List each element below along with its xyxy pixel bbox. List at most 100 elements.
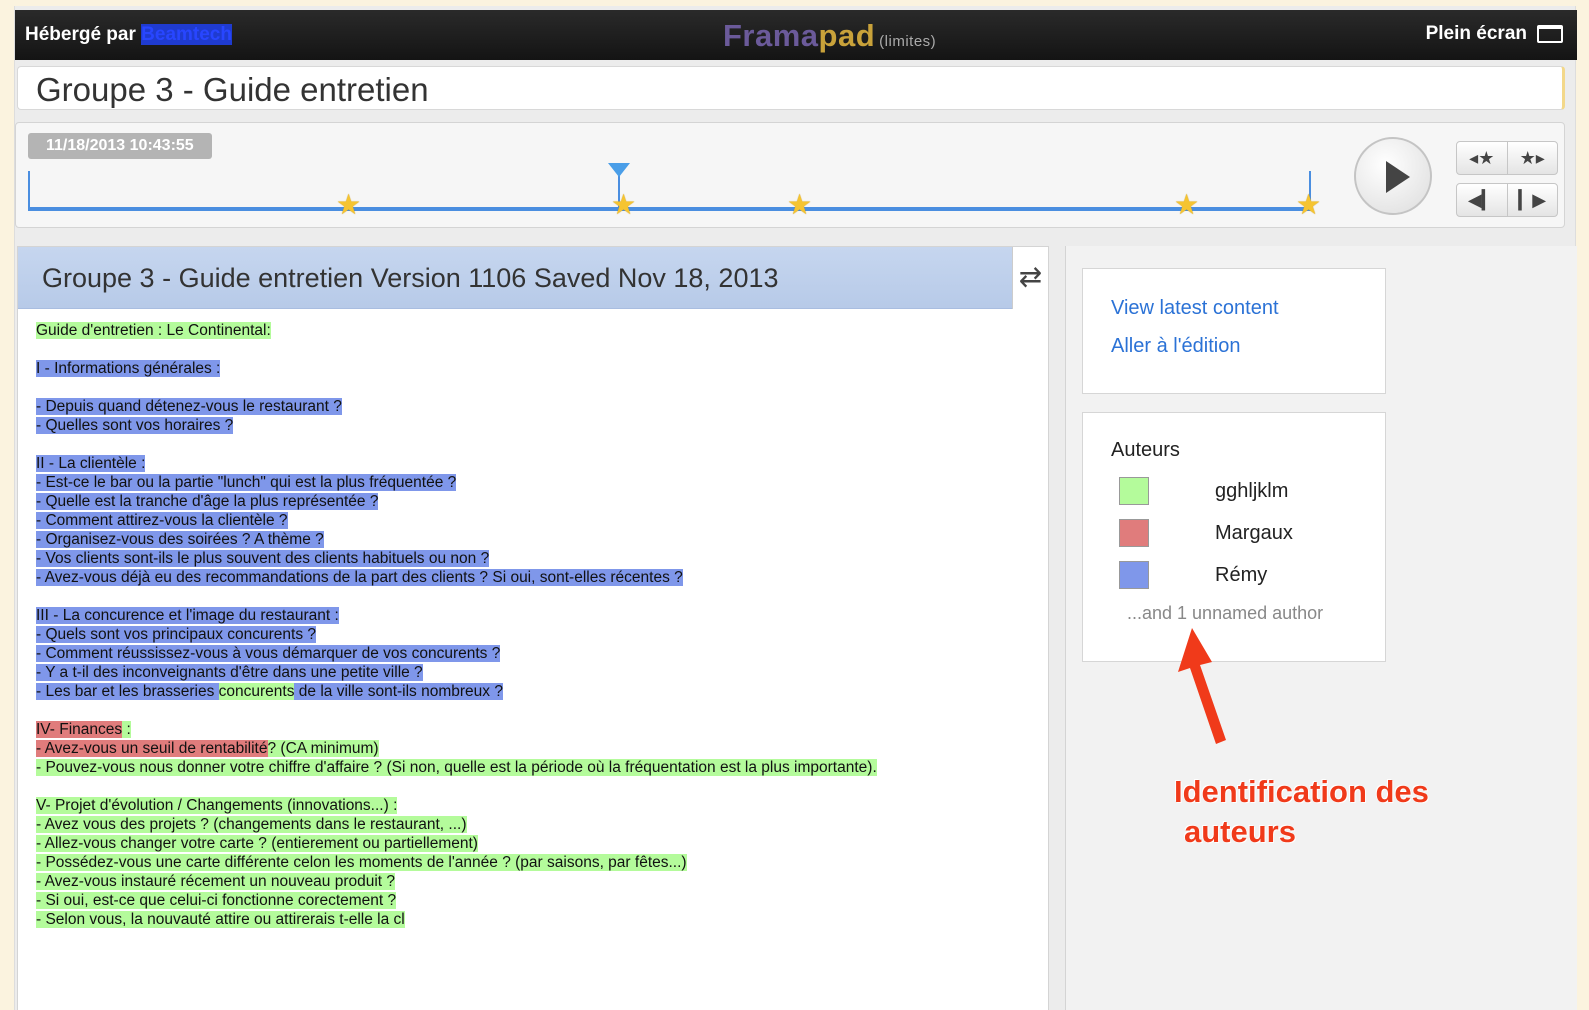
step-forward-button[interactable]: ▎▶ — [1506, 184, 1558, 216]
document-line: - Avez vous des projets ? (changements d… — [36, 815, 877, 834]
author-name: Margaux — [1215, 522, 1293, 544]
document-line: V- Projet d'évolution / Changements (inn… — [36, 796, 877, 815]
arrow-icon — [1178, 628, 1226, 744]
star-icon[interactable]: ★ — [336, 191, 361, 219]
text-segment: : — [122, 721, 131, 738]
text-segment: - Quelle est la tranche d'âge la plus re… — [36, 493, 379, 510]
author-row: gghljklm — [1119, 477, 1369, 507]
text-segment: ? (CA minimum) — [267, 740, 379, 757]
text-segment: - Organisez-vous des soirées ? A thème ? — [36, 531, 324, 548]
text-segment: - Avez vous des projets ? (changements d… — [36, 816, 467, 833]
text-segment: - Comment réussissez-vous à vous démarqu… — [36, 645, 501, 662]
step-back-button[interactable]: ◀▎ — [1457, 184, 1507, 216]
framapad-logo: Framapad (limites) — [723, 18, 936, 54]
text-segment: - Quels sont vos principaux concurents ? — [36, 626, 316, 643]
step-navigation: ◀▎ ▎▶ — [1456, 183, 1558, 217]
pad-title: Groupe 3 - Guide entretien — [36, 71, 429, 108]
document-line: - Les bar et les brasseries concurents d… — [36, 682, 877, 701]
text-segment: - Allez-vous changer votre carte ? (enti… — [36, 835, 478, 852]
text-segment: IV- Finances — [36, 721, 123, 738]
document-line: III - La concurence et l'image du restau… — [36, 606, 877, 625]
text-segment: - Si oui, est-ce que celui-ci fonctionne… — [36, 892, 397, 909]
author-name: gghljklm — [1215, 480, 1289, 502]
text-segment: - Avez-vous instauré récement un nouveau… — [36, 873, 396, 890]
timeslider: 11/18/2013 10:43:55 ★ ★ ★ ★ ★ ◂★ ★▸ ◀▎ ▎… — [15, 122, 1565, 228]
brand-suffix: (limites) — [879, 33, 937, 50]
text-segment: de la ville sont-ils nombreux ? — [294, 683, 503, 700]
text-segment: - Comment attirez-vous la clientèle ? — [36, 512, 288, 529]
text-segment: - Y a t-il des inconveignants d'être dan… — [36, 664, 423, 681]
revision-header: Groupe 3 - Guide entretien Version 1106 … — [18, 247, 1048, 309]
text-segment: - Avez-vous un seuil de rentabilité — [36, 740, 268, 757]
text-segment: - Est-ce le bar ou la partie "lunch" qui… — [36, 474, 457, 491]
text-segment: - Pouvez-vous nous donner votre chiffre … — [36, 759, 877, 776]
pad-title-bar: Groupe 3 - Guide entretien — [17, 66, 1565, 110]
timeslider-timestamp: 11/18/2013 10:43:55 — [28, 133, 212, 159]
timeslider-track[interactable] — [28, 207, 1311, 211]
go-edit-link[interactable]: Aller à l'édition — [1111, 335, 1240, 358]
top-bar: Hébergé par Beamtech Framapad (limites) P… — [15, 10, 1577, 60]
revision-title: Groupe 3 - Guide entretien Version 1106 … — [42, 263, 779, 293]
fullscreen-button[interactable]: Plein écran — [1426, 23, 1563, 45]
document-line: - Avez-vous déjà eu des recommandations … — [36, 568, 877, 587]
text-segment: - Quelles sont vos horaires ? — [36, 417, 234, 434]
text-segment: - Depuis quand détenez-vous le restauran… — [36, 398, 342, 415]
host-info: Hébergé par Beamtech — [25, 24, 232, 46]
text-segment: - Les bar et les brasseries — [36, 683, 219, 700]
document-line: II - La clientèle : — [36, 454, 877, 473]
document-line: IV- Finances : — [36, 720, 877, 739]
document-line: I - Informations générales : — [36, 359, 877, 378]
host-prefix: Hébergé par — [25, 24, 136, 45]
brand-part2: pad — [818, 18, 876, 53]
annotation-line1: Identification des — [1174, 774, 1429, 809]
author-name: Rémy — [1215, 564, 1268, 586]
text-segment: - Avez-vous déjà eu des recommandations … — [36, 569, 683, 586]
authors-title: Auteurs — [1111, 439, 1180, 461]
text-segment: - Possédez-vous une carte différente cel… — [36, 854, 687, 871]
text-segment: concurents — [218, 683, 295, 700]
author-color-swatch — [1119, 519, 1149, 547]
author-color-swatch — [1119, 561, 1149, 589]
swap-icon[interactable]: ⇄ — [1012, 247, 1048, 309]
annotation-line2: auteurs — [1184, 814, 1296, 849]
prev-star-button[interactable]: ◂★ — [1457, 142, 1507, 174]
timeslider-start-tick — [28, 171, 30, 211]
author-row: Margaux — [1119, 519, 1369, 549]
author-row: Rémy — [1119, 561, 1369, 591]
document-content[interactable]: Guide d'entretien : Le Continental: I - I… — [36, 321, 877, 929]
right-sidebar: View latest content Aller à l'édition Au… — [1065, 246, 1577, 1010]
next-star-button[interactable]: ★▸ — [1506, 142, 1558, 174]
timeslider-handle[interactable] — [608, 163, 630, 177]
document-line: - Possédez-vous une carte différente cel… — [36, 853, 877, 872]
view-latest-link[interactable]: View latest content — [1111, 297, 1279, 320]
fullscreen-label: Plein écran — [1425, 23, 1527, 44]
document-line: - Avez-vous un seuil de rentabilité? (CA… — [36, 739, 877, 758]
document-line: - Comment attirez-vous la clientèle ? — [36, 511, 877, 530]
text-segment: II - La clientèle : — [36, 455, 146, 472]
star-icon[interactable]: ★ — [1174, 191, 1199, 219]
document-line: - Vos clients sont-ils le plus souvent d… — [36, 549, 877, 568]
document-line: - Avez-vous instauré récement un nouveau… — [36, 872, 877, 891]
star-icon[interactable]: ★ — [1296, 191, 1321, 219]
text-segment: III - La concurence et l'image du restau… — [36, 607, 339, 624]
star-icon[interactable]: ★ — [787, 191, 812, 219]
annotation: Identification des auteurs — [1174, 772, 1429, 852]
text-segment: V- Projet d'évolution / Changements (inn… — [36, 797, 398, 814]
document-line: - Depuis quand détenez-vous le restauran… — [36, 397, 877, 416]
document-line: - Quelle est la tranche d'âge la plus re… — [36, 492, 877, 511]
host-link[interactable]: Beamtech — [141, 24, 232, 45]
star-icon[interactable]: ★ — [611, 191, 636, 219]
fullscreen-icon — [1537, 25, 1563, 43]
author-color-swatch — [1119, 477, 1149, 505]
play-button[interactable] — [1354, 137, 1432, 215]
document-line: - Allez-vous changer votre carte ? (enti… — [36, 834, 877, 853]
document-line: - Y a t-il des inconveignants d'être dan… — [36, 663, 877, 682]
document-line: - Si oui, est-ce que celui-ci fonctionne… — [36, 891, 877, 910]
revision-viewer: Groupe 3 - Guide entretien Version 1106 … — [17, 246, 1049, 1010]
